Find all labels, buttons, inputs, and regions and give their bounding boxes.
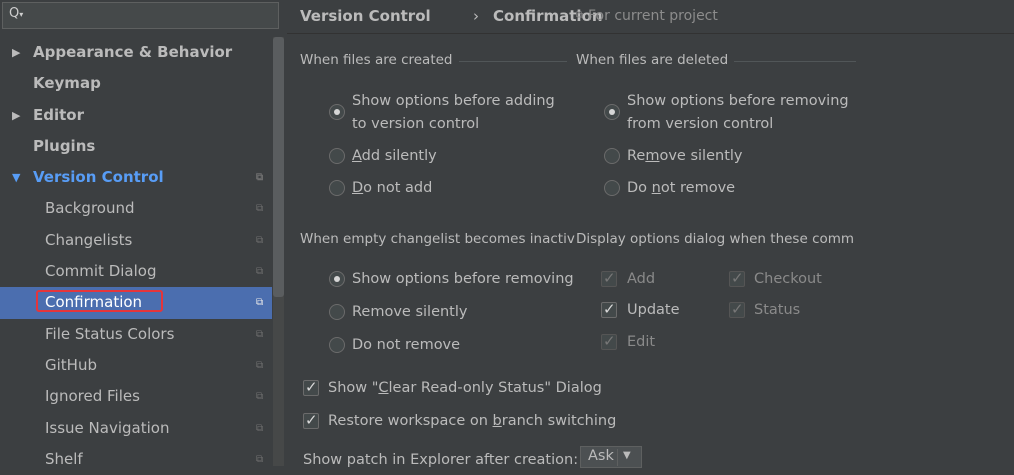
tree-item-commit-dialog[interactable]: Commit Dialog ⧉ bbox=[0, 256, 272, 287]
section-title-display-options: Display options dialog when these comm bbox=[576, 231, 855, 247]
label-deleted-show-options-line1: Show options before removing bbox=[627, 93, 849, 109]
expand-arrow-icon[interactable]: ▶ bbox=[12, 37, 20, 68]
project-scope-icon: ⧉ bbox=[256, 234, 264, 246]
project-scope-icon: ⧉ bbox=[256, 266, 264, 278]
tree-item-confirmation[interactable]: Confirmation ⧉ bbox=[0, 287, 272, 319]
sidebar-scrollbar-thumb[interactable] bbox=[273, 37, 284, 297]
checkbox-edit[interactable] bbox=[601, 332, 617, 350]
page-title: Confirmation bbox=[493, 7, 603, 25]
settings-search-input[interactable]: Q▾ bbox=[2, 2, 279, 29]
checkbox-restore-workspace[interactable] bbox=[303, 411, 319, 429]
label-deleted-show-options-line2: from version control bbox=[627, 116, 774, 132]
tree-item-keymap[interactable]: Keymap bbox=[0, 68, 272, 99]
radio-do-not-add[interactable] bbox=[329, 180, 345, 196]
chevron-down-icon[interactable]: ▼ bbox=[623, 450, 631, 461]
tree-item-changelists[interactable]: Changelists ⧉ bbox=[0, 225, 272, 256]
project-scope-icon: ⧉ bbox=[256, 453, 264, 465]
tree-item-issue-navigation[interactable]: Issue Navigation ⧉ bbox=[0, 413, 272, 444]
project-scope-icon: ⧉ bbox=[256, 391, 264, 403]
tree-item-editor[interactable]: ▶ Editor bbox=[0, 100, 272, 131]
label-created-show-options-line2: to version control bbox=[352, 116, 480, 132]
breadcrumb: Version Control › Confirmation ⧉ For cur… bbox=[287, 0, 1014, 34]
label-status: Status bbox=[754, 302, 801, 318]
label-checkout: Checkout bbox=[754, 271, 822, 287]
radio-empty-show-options[interactable] bbox=[329, 271, 345, 287]
radio-do-not-remove[interactable] bbox=[604, 180, 620, 196]
project-scope-icon: ⧉ bbox=[256, 328, 264, 340]
select-divider bbox=[617, 449, 618, 466]
settings-sidebar: Q▾ ▶ Appearance & Behavior Keymap ▶ Edit… bbox=[0, 0, 287, 468]
tree-item-ignored-files[interactable]: Ignored Files ⧉ bbox=[0, 381, 272, 412]
checkbox-update[interactable] bbox=[601, 300, 617, 318]
label-empty-remove-silently: Remove silently bbox=[352, 304, 468, 320]
label-do-not-add: Do not add bbox=[352, 180, 433, 196]
scope-label: For current project bbox=[588, 8, 718, 24]
project-scope-icon: ⧉ bbox=[256, 297, 264, 309]
tree-item-background[interactable]: Background ⧉ bbox=[0, 193, 272, 224]
section-title-created: When files are created bbox=[300, 52, 453, 68]
checkbox-checkout[interactable] bbox=[729, 269, 745, 287]
label-clear-readonly-dialog: Show "Clear Read-only Status" Dialog bbox=[328, 380, 602, 396]
tree-item-file-status-colors[interactable]: File Status Colors ⧉ bbox=[0, 319, 272, 350]
project-scope-icon: ⧉ bbox=[256, 422, 264, 434]
project-scope-icon: ⧉ bbox=[256, 203, 264, 215]
label-show-patch: Show patch in Explorer after creation: bbox=[303, 452, 579, 468]
separator bbox=[459, 61, 567, 62]
radio-remove-silently[interactable] bbox=[604, 148, 620, 164]
label-empty-show-options: Show options before removing bbox=[352, 271, 574, 287]
expand-arrow-icon[interactable]: ▶ bbox=[12, 100, 20, 131]
label-add: Add bbox=[627, 271, 656, 287]
tree-item-appearance-behavior[interactable]: ▶ Appearance & Behavior bbox=[0, 37, 272, 68]
checkbox-clear-readonly-dialog[interactable] bbox=[303, 378, 319, 396]
project-scope-icon: ⧉ bbox=[256, 172, 264, 184]
checkbox-add[interactable] bbox=[601, 269, 617, 287]
tree-item-shelf[interactable]: Shelf ⧉ bbox=[0, 444, 272, 475]
label-restore-workspace: Restore workspace on branch switching bbox=[328, 413, 617, 429]
project-scope-icon: ⧉ bbox=[576, 10, 584, 21]
radio-created-show-options[interactable] bbox=[329, 104, 345, 120]
radio-empty-remove-silently[interactable] bbox=[329, 304, 345, 320]
radio-add-silently[interactable] bbox=[329, 148, 345, 164]
label-update: Update bbox=[627, 302, 680, 318]
label-add-silently: Add silently bbox=[352, 148, 437, 164]
label-empty-do-not-remove: Do not remove bbox=[352, 337, 461, 353]
breadcrumb-separator: › bbox=[473, 7, 479, 25]
breadcrumb-parent[interactable]: Version Control bbox=[300, 7, 431, 25]
tree-item-plugins[interactable]: Plugins bbox=[0, 131, 272, 162]
radio-deleted-show-options[interactable] bbox=[604, 104, 620, 120]
tree-item-version-control[interactable]: ▼ Version Control ⧉ bbox=[0, 162, 272, 193]
tree-item-github[interactable]: GitHub ⧉ bbox=[0, 350, 272, 381]
section-title-empty-changelist: When empty changelist becomes inactiv bbox=[300, 231, 575, 247]
section-title-deleted: When files are deleted bbox=[576, 52, 729, 68]
settings-tree: ▶ Appearance & Behavior Keymap ▶ Editor … bbox=[0, 37, 272, 475]
settings-content: Version Control › Confirmation ⧉ For cur… bbox=[287, 0, 1014, 468]
project-scope-icon: ⧉ bbox=[256, 359, 264, 371]
select-value: Ask bbox=[588, 448, 614, 464]
label-created-show-options-line1: Show options before adding bbox=[352, 93, 555, 109]
radio-empty-do-not-remove[interactable] bbox=[329, 337, 345, 353]
label-do-not-remove: Do not remove bbox=[627, 180, 736, 196]
patch-explorer-select[interactable]: Ask ▼ bbox=[580, 446, 642, 468]
separator bbox=[734, 61, 856, 62]
checkbox-status[interactable] bbox=[729, 300, 745, 318]
collapse-arrow-icon[interactable]: ▼ bbox=[12, 162, 20, 193]
label-edit: Edit bbox=[627, 334, 656, 350]
search-icon: Q▾ bbox=[9, 6, 24, 21]
label-remove-silently: Remove silently bbox=[627, 148, 743, 164]
